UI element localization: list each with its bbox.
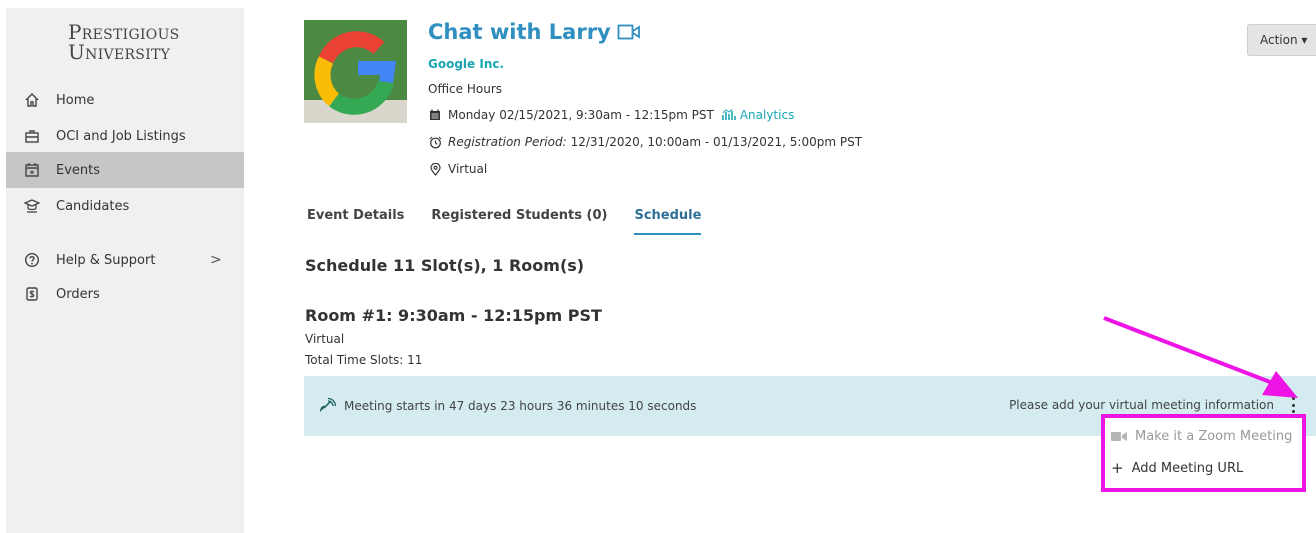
add-meeting-info-prompt: Please add your virtual meeting informat… xyxy=(1009,398,1274,412)
menu-item-label: Make it a Zoom Meeting xyxy=(1135,429,1293,444)
event-type: Office Hours xyxy=(428,82,502,96)
logo-line-1: Prestigious xyxy=(68,20,180,44)
help-icon xyxy=(22,252,42,268)
event-location: Virtual xyxy=(428,162,487,176)
event-location-text: Virtual xyxy=(448,162,488,176)
university-logo[interactable]: Prestigious University xyxy=(68,22,180,62)
logo-line-2: University xyxy=(68,40,171,64)
sidebar-item-help-support[interactable]: Help & Support > xyxy=(6,242,244,278)
zoom-video-icon xyxy=(1111,431,1127,442)
analytics-link[interactable]: Analytics xyxy=(722,108,795,122)
video-camera-icon xyxy=(617,24,640,40)
meeting-countdown: Meeting starts in 47 days 23 hours 36 mi… xyxy=(318,398,696,414)
menu-item-label: Add Meeting URL xyxy=(1131,460,1244,476)
chevron-right-icon: > xyxy=(210,252,222,268)
analytics-icon xyxy=(722,109,736,120)
calendar-icon xyxy=(428,109,442,121)
tab-schedule[interactable]: Schedule xyxy=(634,208,702,235)
sidebar-item-label: Orders xyxy=(56,286,100,302)
receipt-icon xyxy=(22,286,42,302)
event-title-text: Chat with Larry xyxy=(428,20,611,44)
action-dropdown-button[interactable]: Action ▾ xyxy=(1247,24,1316,56)
event-tabs: Event Details Registered Students (0) Sc… xyxy=(307,208,728,235)
sidebar-item-oci-job-listings[interactable]: OCI and Job Listings xyxy=(6,118,244,154)
sidebar-item-label: Home xyxy=(56,92,95,108)
meeting-countdown-text: Meeting starts in 47 days 23 hours 36 mi… xyxy=(344,399,697,413)
room-heading: Room #1: 9:30am - 12:15pm PST xyxy=(305,306,602,325)
sidebar-item-label: OCI and Job Listings xyxy=(56,128,186,144)
menu-item-make-zoom-meeting[interactable]: Make it a Zoom Meeting xyxy=(1111,429,1292,444)
company-name[interactable]: Google Inc. xyxy=(428,57,504,71)
briefcase-icon xyxy=(22,128,42,144)
menu-item-add-meeting-url[interactable]: + Add Meeting URL xyxy=(1111,459,1243,477)
event-datetime: Monday 02/15/2021, 9:30am - 12:15pm PST … xyxy=(428,108,794,122)
analytics-label: Analytics xyxy=(739,108,795,122)
sidebar-item-label: Candidates xyxy=(56,198,130,214)
sidebar-item-orders[interactable]: Orders xyxy=(6,276,244,312)
google-logo-icon xyxy=(304,20,407,123)
tab-registered-students[interactable]: Registered Students (0) xyxy=(431,208,607,235)
location-pin-icon xyxy=(428,162,442,176)
room-location: Virtual xyxy=(305,332,345,346)
total-time-slots: Total Time Slots: 11 xyxy=(305,353,423,367)
sidebar: Prestigious University Home OCI and Job … xyxy=(6,8,244,533)
meeting-options-menu: Make it a Zoom Meeting + Add Meeting URL xyxy=(1101,414,1306,492)
schedule-heading: Schedule 11 Slot(s), 1 Room(s) xyxy=(305,256,585,275)
satellite-icon xyxy=(320,398,336,412)
registration-period: Registration Period: 12/31/2020, 10:00am… xyxy=(428,135,862,149)
event-datetime-text: Monday 02/15/2021, 9:30am - 12:15pm PST xyxy=(448,108,714,122)
sidebar-item-candidates[interactable]: Candidates xyxy=(6,188,244,224)
more-options-icon[interactable] xyxy=(1290,397,1296,413)
calendar-icon xyxy=(22,162,42,178)
event-title: Chat with Larry xyxy=(428,20,641,44)
graduate-icon xyxy=(22,198,42,214)
event-type-text: Office Hours xyxy=(428,82,502,96)
plus-icon: + xyxy=(1111,459,1124,477)
tab-event-details[interactable]: Event Details xyxy=(307,208,404,235)
registration-label: Registration Period: xyxy=(448,135,567,149)
registration-value: 12/31/2020, 10:00am - 01/13/2021, 5:00pm… xyxy=(570,135,863,149)
event-image xyxy=(304,20,407,123)
sidebar-item-home[interactable]: Home xyxy=(6,82,244,118)
alarm-clock-icon xyxy=(428,136,442,149)
sidebar-item-label: Events xyxy=(56,162,101,178)
home-icon xyxy=(22,92,42,108)
sidebar-item-events[interactable]: Events xyxy=(6,152,244,188)
sidebar-item-label: Help & Support xyxy=(56,252,156,268)
